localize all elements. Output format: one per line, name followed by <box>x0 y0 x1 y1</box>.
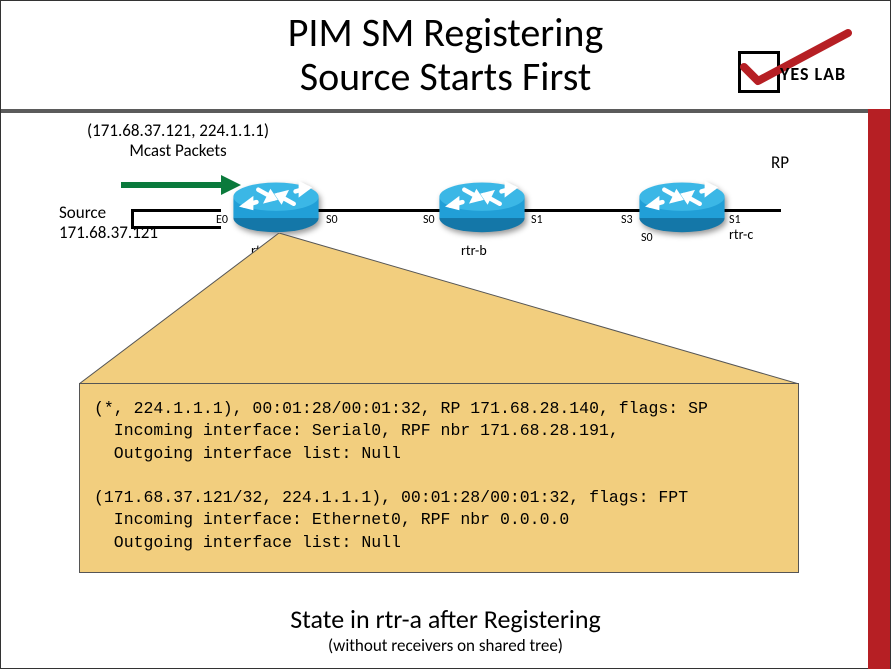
caption-block: State in rtr-a after Registering (withou… <box>1 603 890 656</box>
caption-main: State in rtr-a after Registering <box>1 603 890 635</box>
title-line-2: Source Starts First <box>300 52 592 101</box>
link-c-right <box>721 209 781 212</box>
slide-root: PIM SM Registering Source Starts First Y… <box>0 0 891 669</box>
iface-s0-a: S0 <box>326 213 338 227</box>
cli-line-6: Incoming interface: Ethernet0, RPF nbr 0… <box>94 510 569 529</box>
link-b-c <box>521 209 641 212</box>
link-source-upper <box>131 209 221 212</box>
cli-line-1: (*, 224.1.1.1), 00:01:28/00:01:32, RP 17… <box>94 399 708 418</box>
cli-line-5: (171.68.37.121/32, 224.1.1.1), 00:01:28/… <box>94 488 688 507</box>
link-source-lower <box>131 226 221 229</box>
diagram-canvas: (171.68.37.121, 224.1.1.1) Mcast Packets… <box>1 113 890 668</box>
caption-sub: (without receivers on shared tree) <box>1 635 890 656</box>
packet-arrow-icon <box>121 173 241 197</box>
cli-output: (*, 224.1.1.1), 00:01:28/00:01:32, RP 17… <box>79 383 799 573</box>
router-c <box>637 179 727 234</box>
cli-line-7: Outgoing interface list: Null <box>94 533 401 552</box>
checkmark-icon <box>738 27 858 97</box>
router-b <box>437 179 527 234</box>
brand-logo: YES LAB <box>738 31 878 101</box>
iface-e0: E0 <box>216 213 228 227</box>
iface-s3-c: S3 <box>621 213 633 227</box>
router-icon <box>437 179 527 234</box>
link-a-b <box>311 209 441 212</box>
router-icon <box>637 179 727 234</box>
brand-name: YES LAB <box>780 63 846 85</box>
callout-wedge <box>79 233 799 393</box>
iface-s0-b: S0 <box>423 213 435 227</box>
rp-label: RP <box>771 153 789 173</box>
router-a <box>231 179 321 234</box>
packet-label: (171.68.37.121, 224.1.1.1) Mcast Packets <box>87 121 269 160</box>
title-line-1: PIM SM Registering <box>288 8 604 57</box>
cli-line-2: Incoming interface: Serial0, RPF nbr 171… <box>94 421 619 440</box>
iface-s1-b: S1 <box>531 213 543 227</box>
router-icon <box>231 179 321 234</box>
cli-line-3: Outgoing interface list: Null <box>94 444 401 463</box>
iface-s1-c: S1 <box>729 213 741 227</box>
source-bracket <box>131 209 134 229</box>
